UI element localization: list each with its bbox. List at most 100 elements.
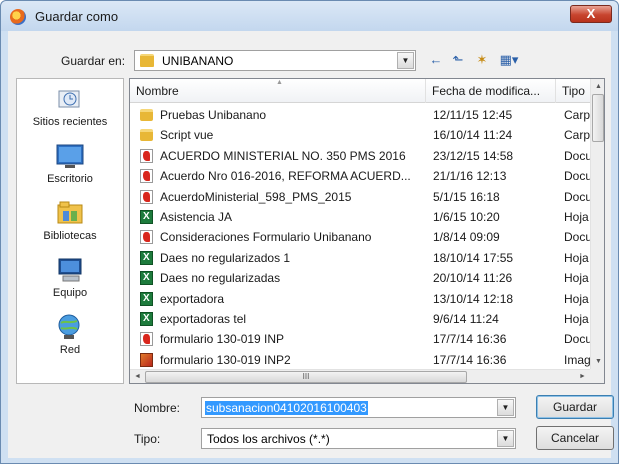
file-name: exportadora — [160, 291, 225, 306]
file-name: Acuerdo Nro 016-2016, REFORMA ACUERD... — [160, 169, 411, 184]
file-row[interactable]: formulario 130-019 INP 17/7/14 16:36 Docun — [130, 329, 590, 349]
spreadsheet-file-icon — [140, 289, 153, 309]
filename-value: subsanacion04102016100403 — [205, 401, 368, 415]
file-type: Docun — [564, 189, 590, 204]
back-icon[interactable]: ← — [427, 51, 445, 69]
file-name: Daes no regularizados 1 — [160, 250, 291, 265]
file-name: AcuerdoMinisterial_598_PMS_2015 — [160, 189, 352, 204]
file-type: Hoja d — [564, 291, 590, 306]
place-libraries[interactable]: Bibliotecas — [17, 199, 123, 242]
spreadsheet-file-icon — [140, 309, 153, 329]
file-name: formulario 130-019 INP2 — [160, 352, 291, 367]
up-folder-icon[interactable]: ⬑ — [449, 51, 467, 69]
file-row[interactable]: formulario 130-019 INP2 17/7/14 16:36 Imag… — [130, 350, 590, 370]
place-label: Bibliotecas — [43, 230, 97, 242]
file-row[interactable]: Daes no regularizadas 20/10/14 11:26 Hoja … — [130, 268, 590, 288]
places-bar: Sitios recientes Escritorio Bibliotecas — [16, 78, 124, 384]
scroll-left-arrow-icon[interactable]: ◄ — [130, 370, 145, 383]
window-title: Guardar como — [35, 9, 119, 24]
file-type: Docun — [564, 148, 590, 163]
scroll-down-arrow-icon[interactable]: ▼ — [591, 354, 604, 369]
libraries-icon — [57, 201, 83, 224]
network-icon — [58, 314, 80, 339]
file-date: 21/1/16 12:13 — [433, 169, 507, 184]
browser-icon — [10, 9, 26, 25]
place-network[interactable]: Red — [17, 313, 123, 356]
desktop-icon — [56, 144, 84, 168]
save-in-value: UNIBANANO — [162, 54, 234, 68]
file-type: Carpet — [564, 108, 590, 122]
views-menu-icon[interactable]: ▦▾ — [497, 51, 521, 69]
file-date: 23/12/15 14:58 — [433, 148, 514, 163]
save-button[interactable]: Guardar — [536, 395, 614, 419]
file-type: Hoja d — [564, 312, 590, 326]
place-label: Equipo — [52, 287, 88, 299]
file-row[interactable]: Consideraciones Formulario Unibanano 1/8/… — [130, 227, 590, 247]
file-date: 1/8/14 09:09 — [433, 230, 500, 245]
scroll-corner — [590, 369, 604, 383]
file-date: 13/10/14 12:18 — [433, 291, 514, 306]
folder-file-icon — [140, 109, 153, 121]
file-date: 5/1/15 16:18 — [433, 189, 500, 204]
chevron-down-icon[interactable]: ▼ — [497, 399, 514, 416]
pdf-file-icon — [140, 189, 153, 204]
place-computer[interactable]: Equipo — [17, 256, 123, 299]
column-header-row: Nombre ▲ Fecha de modifica... Tipo — [130, 79, 596, 103]
scroll-right-arrow-icon[interactable]: ► — [575, 370, 590, 383]
sort-ascending-icon: ▲ — [276, 79, 283, 86]
column-header-date[interactable]: Fecha de modifica... — [426, 79, 556, 103]
file-row[interactable]: Pruebas Unibanano 12/11/15 12:45 Carpet — [130, 105, 590, 125]
file-name: Script vue — [160, 128, 214, 143]
file-name: Pruebas Unibanano — [160, 108, 267, 122]
pdf-file-icon — [140, 148, 153, 163]
pdf-file-icon — [140, 332, 153, 347]
file-row[interactable]: AcuerdoMinisterial_598_PMS_2015 5/1/15 16… — [130, 187, 590, 207]
place-desktop[interactable]: Escritorio — [17, 142, 123, 185]
save-in-dropdown[interactable]: UNIBANANO ▼ — [134, 50, 416, 71]
vertical-scrollbar[interactable]: ▲ ▼ — [590, 79, 604, 369]
file-row[interactable]: Acuerdo Nro 016-2016, REFORMA ACUERD... 2… — [130, 166, 590, 186]
file-date: 12/11/15 12:45 — [433, 108, 513, 122]
file-type: Carpet — [564, 128, 590, 143]
file-row[interactable]: Asistencia JA 1/6/15 10:20 Hoja d — [130, 207, 590, 227]
file-date: 18/10/14 17:55 — [433, 250, 514, 265]
file-type: Hoja d — [564, 271, 590, 286]
column-header-name[interactable]: Nombre ▲ — [130, 79, 426, 103]
file-row[interactable]: Daes no regularizados 1 18/10/14 17:55 Hoj… — [130, 248, 590, 268]
file-list[interactable]: Nombre ▲ Fecha de modifica... Tipo Prueb… — [129, 78, 605, 384]
dialog-body: Guardar en: UNIBANANO ▼ ← ⬑ ✶ ▦▾ Sitios … — [8, 31, 614, 458]
horizontal-scroll-thumb[interactable]: III — [145, 371, 467, 383]
title-bar[interactable]: Guardar como X — [1, 1, 618, 31]
filename-input[interactable]: subsanacion04102016100403 ▼ — [201, 397, 516, 418]
file-name: Daes no regularizadas — [160, 271, 281, 286]
file-row[interactable]: Script vue 16/10/14 11:24 Carpet — [130, 125, 590, 145]
file-row[interactable]: exportadoras tel 9/6/14 11:24 Hoja d — [130, 309, 590, 329]
place-label: Sitios recientes — [32, 116, 108, 128]
file-name: Consideraciones Formulario Unibanano — [160, 230, 372, 245]
cancel-button[interactable]: Cancelar — [536, 426, 614, 450]
file-name: exportadoras tel — [160, 312, 247, 326]
new-folder-icon[interactable]: ✶ — [473, 51, 491, 69]
folder-icon — [140, 54, 154, 67]
file-row[interactable]: exportadora 13/10/14 12:18 Hoja d — [130, 289, 590, 309]
file-type: Docun — [564, 332, 590, 347]
vertical-scroll-thumb[interactable] — [592, 94, 604, 142]
place-label: Escritorio — [47, 173, 93, 185]
file-name: formulario 130-019 INP — [160, 332, 285, 347]
save-as-dialog: Guardar como X Guardar en: UNIBANANO ▼ ←… — [0, 0, 619, 464]
file-type: Docun — [564, 169, 590, 184]
chevron-down-icon[interactable]: ▼ — [497, 430, 514, 447]
file-type: Hoja d — [564, 210, 590, 224]
filetype-dropdown[interactable]: Todos los archivos (*.*) ▼ — [201, 428, 516, 449]
chevron-down-icon[interactable]: ▼ — [397, 52, 414, 69]
spreadsheet-file-icon — [140, 268, 153, 288]
horizontal-scrollbar[interactable]: ◄ III ► — [130, 369, 590, 383]
close-button[interactable]: X — [570, 5, 612, 23]
file-name: Asistencia JA — [160, 210, 233, 224]
file-type: Imager — [564, 352, 590, 367]
place-recent[interactable]: Sitios recientes — [17, 85, 123, 128]
scroll-up-arrow-icon[interactable]: ▲ — [591, 79, 604, 94]
filetype-value: Todos los archivos (*.*) — [207, 432, 330, 446]
file-date: 1/6/15 10:20 — [433, 210, 500, 224]
file-row[interactable]: ACUERDO MINISTERIAL NO. 350 PMS 2016 23/1… — [130, 146, 590, 166]
